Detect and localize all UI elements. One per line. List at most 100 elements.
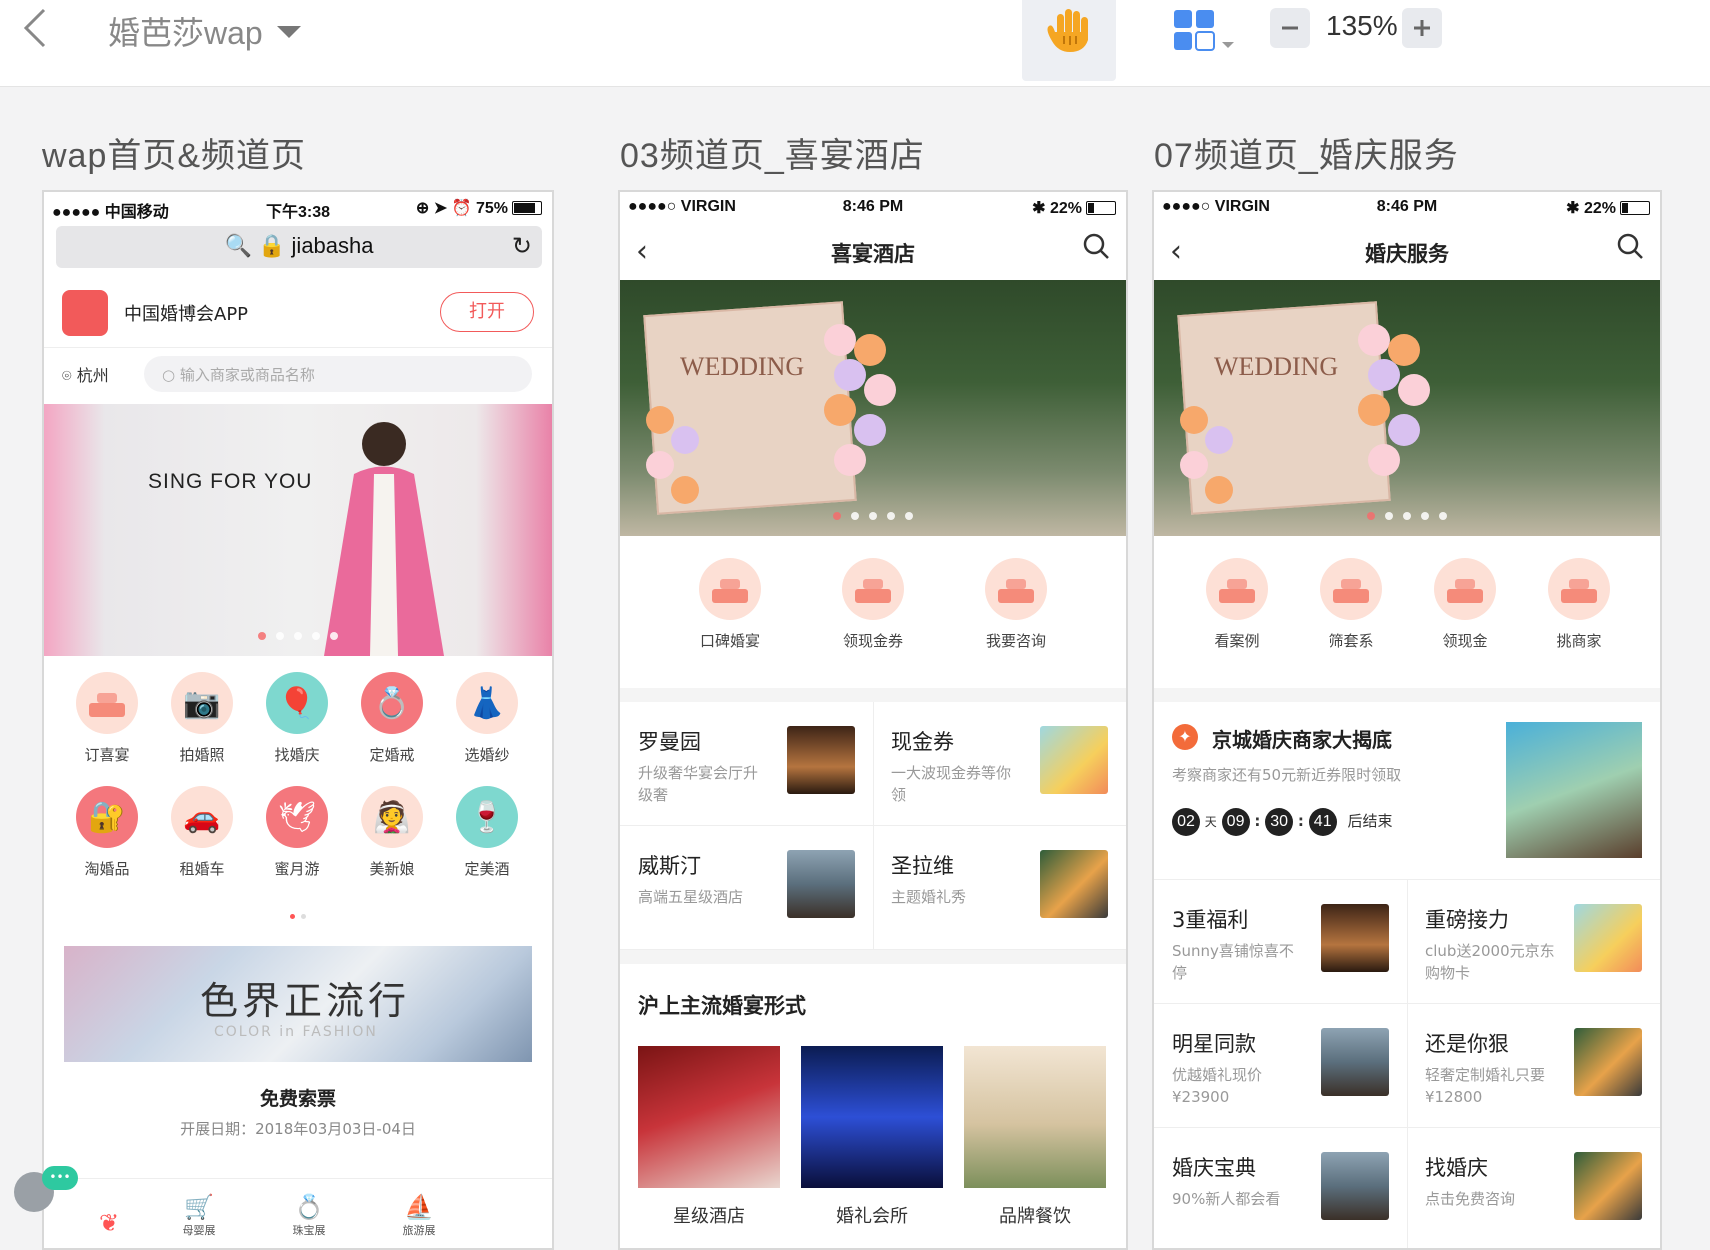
flash-deal-card[interactable]: ✦ 京城婚庆商家大揭底 考察商家还有50元新近券限时领取 02 天 09 : 3… [1154,702,1660,880]
banner-photo[interactable]: WEDDING [1154,280,1660,536]
hero-model-image [294,404,474,656]
chat-assistant-button[interactable]: ••• [14,1166,78,1212]
open-app-button[interactable]: 打开 [440,292,534,332]
chevron-down-icon [276,25,301,38]
service-cell[interactable]: 婚庆宝典 90%新人都会看 [1154,1128,1407,1248]
zoom-in-button[interactable] [1402,8,1442,48]
hand-icon [1047,9,1088,52]
service-thumbnail [1574,1152,1642,1220]
flame-icon: ✦ [1172,724,1198,750]
quick-link[interactable]: 挑商家 [1534,558,1624,651]
cake-icon [842,558,904,620]
venue-type-label: 品牌餐饮 [999,1206,1071,1227]
grid-item[interactable]: 🍷 定美酒 [442,786,532,879]
back-icon[interactable] [18,6,58,50]
car-icon: 🚗 [171,786,233,848]
tab-travel-expo[interactable]: ⛵ 旅游展 [384,1192,454,1238]
search-icon: ○ [162,366,176,384]
page-title-2[interactable]: 03频道页_喜宴酒店 [620,128,925,177]
service-cell[interactable]: 找婚庆 点击免费咨询 [1407,1128,1660,1248]
carousel-dots[interactable] [1154,505,1660,524]
location-search-row: ⌾ 杭州 ○ 输入商家或商品名称 [44,350,552,400]
venue-type-card[interactable] [964,1046,1106,1188]
grid-item[interactable]: 💍 定婚戒 [347,672,437,765]
artboard-wedding-service[interactable]: ●●●●○ VIRGIN 8:46 PM ✱ 22% ‹ 婚庆服务 WEDDIN… [1152,190,1662,1250]
ring-icon: 💍 [361,672,423,734]
venue-cell[interactable]: 威斯汀 高端五星级酒店 [620,826,873,950]
venue-cell[interactable]: 圣拉维 主题婚礼秀 [873,826,1126,950]
service-thumbnail [1321,1028,1389,1096]
hand-tool-button[interactable] [1022,0,1116,81]
page-title-1[interactable]: wap首页&频道页 [42,128,306,177]
search-input[interactable]: ○ 输入商家或商品名称 [144,356,532,392]
countdown: 02 天 09 : 30 : 41 后结束 [1172,808,1393,836]
page-header: 婚庆服务 [1365,242,1449,266]
project-dropdown[interactable]: 婚芭莎wap [108,8,301,54]
carousel-dots[interactable] [44,625,552,644]
stroller-icon: 🛒 [184,1193,214,1221]
grid-layout-icon [1174,10,1234,51]
location-selector[interactable]: ⌾ 杭州 [62,362,109,386]
service-thumbnail [1321,1152,1389,1220]
app-name: 中国婚博会APP [124,304,249,325]
lock-heart-icon: 🔐 [76,786,138,848]
quick-link[interactable]: 口碑婚宴 [685,558,775,651]
search-icon[interactable] [1082,232,1110,264]
tab-jewelry-expo[interactable]: 💍 珠宝展 [274,1192,344,1238]
grid-item[interactable]: 📷 拍婚照 [157,672,247,765]
quick-link[interactable]: 我要咨询 [971,558,1061,651]
service-cell[interactable]: 重磅接力 club送2000元京东购物卡 [1407,880,1660,1004]
page-title-3[interactable]: 07频道页_婚庆服务 [1154,128,1459,177]
venue-thumbnail [1040,850,1108,918]
section-divider [1154,688,1660,702]
ticket-title: 免费索票 [259,1088,336,1110]
venue-cell[interactable]: 罗曼园 升级奢华宴会厅升级奢 [620,702,873,826]
page-header: 喜宴酒店 [831,242,915,266]
quick-link[interactable]: 领现金券 [828,558,918,651]
cake-icon [699,558,761,620]
quick-link[interactable]: 领现金 [1420,558,1510,651]
grid-item[interactable]: 🚗 租婚车 [157,786,247,879]
service-cell[interactable]: 明星同款 优越婚礼现价¥23900 [1154,1004,1407,1128]
artboard-wap-home[interactable]: ●●●●● 中国移动 下午3:38 ⊕ ➤ ⏰ 75% 🔍 🔒 jiabasha… [42,190,554,1250]
grid-item[interactable]: 👰 美新娘 [347,786,437,879]
quick-link[interactable]: 筛套系 [1306,558,1396,651]
bottom-tab-bar: ❦ 🛒 母婴展 💍 珠宝展 ⛵ 旅游展 [44,1178,552,1248]
service-cell[interactable]: 3重福利 Sunny喜铺惊喜不停 [1154,880,1407,1004]
hero-banner[interactable]: SING FOR YOU [44,404,552,656]
app-banner: 中国婚博会APP 打开 [44,278,552,348]
ticket-date: 开展日期：2018年03月03日-04日 [180,1120,416,1138]
zoom-out-button[interactable] [1270,8,1310,48]
search-icon[interactable] [1616,232,1644,264]
grid-item[interactable]: 🎈 找婚庆 [252,672,342,765]
service-cell[interactable]: 还是你狠 轻奢定制婚礼只要¥12800 [1407,1004,1660,1128]
banner-photo[interactable]: WEDDING [620,280,1126,536]
status-bar: ●●●●● 中国移动 下午3:38 ⊕ ➤ ⏰ 75% [44,192,552,226]
app-logo [62,290,108,336]
grid-item[interactable]: 🔐 淘婚品 [62,786,152,879]
refresh-icon[interactable]: ↻ [512,232,532,260]
venue-type-label: 星级酒店 [673,1206,745,1227]
grid-item[interactable]: 🕊 蜜月游 [252,786,342,879]
venue-cell[interactable]: 现金券 一大波现金券等你领 [873,702,1126,826]
promo-banner[interactable]: 色界正流行 COLOR in FASHION [64,946,532,1062]
artboard-hotel-channel[interactable]: ●●●●○ VIRGIN 8:46 PM ✱ 22% ‹ 喜宴酒店 WEDDIN… [618,190,1128,1250]
tab-maternity-expo[interactable]: 🛒 母婴展 [164,1192,234,1238]
venue-type-card[interactable] [638,1046,780,1188]
camera-icon: 📷 [171,672,233,734]
status-bar: ●●●●○ VIRGIN 8:46 PM ✱ 22% [620,192,1126,226]
cake-icon [1434,558,1496,620]
grid-item[interactable]: 订喜宴 [62,672,152,765]
venue-type-card[interactable] [801,1046,943,1188]
url-bar[interactable]: 🔍 🔒 jiabasha ↻ [56,226,542,268]
carousel-dots[interactable] [620,505,1126,524]
grid-item[interactable]: 👗 选婚纱 [442,672,532,765]
quick-link[interactable]: 看案例 [1192,558,1282,651]
grid-page-dots [44,904,552,923]
section-divider [620,950,1126,964]
tab-home[interactable]: ❦ [74,1208,144,1238]
wine-icon: 🍷 [456,786,518,848]
service-thumbnail [1574,1028,1642,1096]
project-name: 婚芭莎wap [108,15,263,51]
layout-switch-button[interactable] [1172,8,1242,56]
